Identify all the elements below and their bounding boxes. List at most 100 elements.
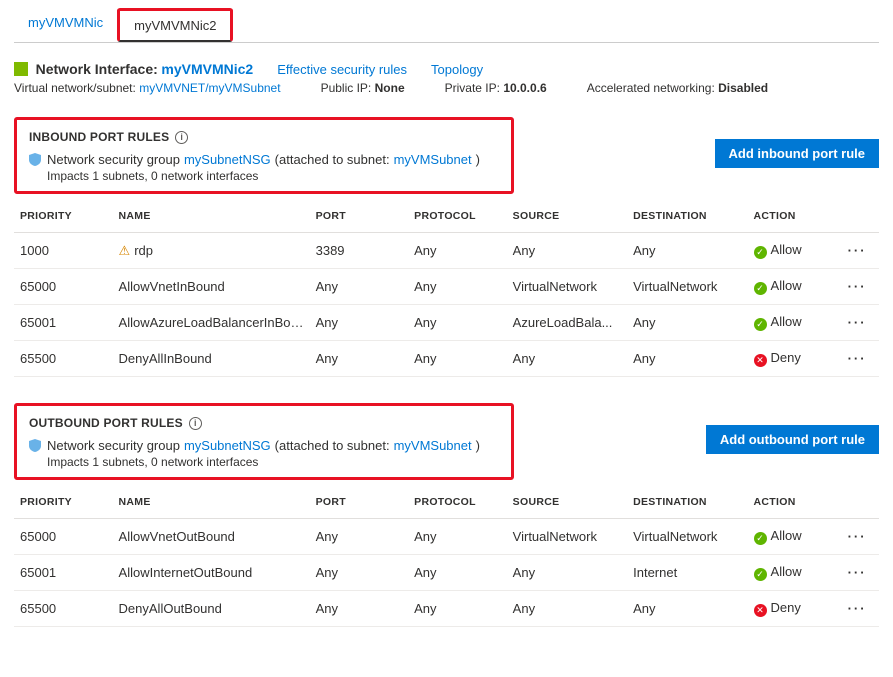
table-row[interactable]: 65001AllowInternetOutBoundAnyAnyAnyInter… xyxy=(14,555,879,591)
table-row[interactable]: 65001AllowAzureLoadBalancerInBou... Any An… xyxy=(14,305,879,341)
cell-dest: Any xyxy=(627,341,747,377)
cell-source: Any xyxy=(507,591,627,627)
cell-action: ✓Allow xyxy=(748,269,836,305)
allow-icon: ✓ xyxy=(754,532,767,545)
more-icon[interactable]: ··· xyxy=(848,565,867,580)
cell-protocol: Any xyxy=(408,233,507,269)
cell-name: ⚠rdp xyxy=(113,233,310,269)
cell-source: AzureLoadBala... xyxy=(507,305,627,341)
attached-label: (attached to subnet: xyxy=(275,438,390,453)
cell-source: Any xyxy=(507,341,627,377)
nic-header: Network Interface: myVMVMNic2 Effective … xyxy=(14,61,879,77)
col-priority: PRIORITY xyxy=(14,200,113,233)
nsg-link[interactable]: mySubnetNSG xyxy=(184,152,271,167)
more-icon[interactable]: ··· xyxy=(848,279,867,294)
cell-dest: Internet xyxy=(627,555,747,591)
cell-port: 3389 xyxy=(310,233,409,269)
cell-port: Any xyxy=(310,555,409,591)
allow-icon: ✓ xyxy=(754,318,767,331)
add-inbound-rule-button[interactable]: Add inbound port rule xyxy=(715,139,879,168)
col-action: ACTION xyxy=(748,200,836,233)
col-port: PORT xyxy=(310,200,409,233)
nsg-link[interactable]: mySubnetNSG xyxy=(184,438,271,453)
table-row[interactable]: 65500DenyAllOutBoundAnyAnyAnyAny✕Deny··· xyxy=(14,591,879,627)
cell-priority: 65001 xyxy=(14,555,113,591)
table-row[interactable]: 65000AllowVnetOutBoundAnyAnyVirtualNetwo… xyxy=(14,519,879,555)
privip-value: 10.0.0.6 xyxy=(503,81,546,95)
col-source: SOURCE xyxy=(507,200,627,233)
privip-label: Private IP: xyxy=(445,81,500,95)
cell-action: ✓Allow xyxy=(748,305,836,341)
allow-icon: ✓ xyxy=(754,568,767,581)
outbound-rules-table: PRIORITY NAME PORT PROTOCOL SOURCE DESTI… xyxy=(14,486,879,627)
tab-nic-0[interactable]: myVMVMNic xyxy=(14,8,117,42)
more-icon[interactable]: ··· xyxy=(848,601,867,616)
cell-priority: 65000 xyxy=(14,519,113,555)
cell-dest: VirtualNetwork xyxy=(627,519,747,555)
allow-icon: ✓ xyxy=(754,246,767,259)
topology-link[interactable]: Topology xyxy=(431,62,483,77)
nic-meta: Virtual network/subnet: myVMVNET/myVMSub… xyxy=(14,81,879,95)
cell-port: Any xyxy=(310,519,409,555)
cell-name: DenyAllOutBound xyxy=(113,591,310,627)
deny-icon: ✕ xyxy=(754,604,767,617)
col-name: NAME xyxy=(113,200,310,233)
effective-rules-link[interactable]: Effective security rules xyxy=(277,62,407,77)
inbound-rules-table: PRIORITY NAME PORT PROTOCOL SOURCE DESTI… xyxy=(14,200,879,377)
cell-port: Any xyxy=(310,269,409,305)
more-icon[interactable]: ··· xyxy=(848,243,867,258)
deny-icon: ✕ xyxy=(754,354,767,367)
cell-dest: Any xyxy=(627,305,747,341)
shield-icon xyxy=(29,153,41,166)
cell-action: ✓Allow xyxy=(748,519,836,555)
cell-dest: Any xyxy=(627,591,747,627)
cell-protocol: Any xyxy=(408,305,507,341)
nic-title-prefix: Network Interface: xyxy=(36,61,158,77)
vnet-label: Virtual network/subnet: xyxy=(14,81,136,95)
col-destination: DESTINATION xyxy=(627,200,747,233)
outbound-impacts: Impacts 1 subnets, 0 network interfaces xyxy=(29,455,499,469)
shield-icon xyxy=(29,439,41,452)
nic-tabs: myVMVMNic myVMVMNic2 xyxy=(14,8,879,43)
table-row[interactable]: 65000AllowVnetInBoundAnyAnyVirtualNetwor… xyxy=(14,269,879,305)
cell-source: VirtualNetwork xyxy=(507,519,627,555)
nic-name-link[interactable]: myVMVMNic2 xyxy=(161,61,253,77)
cell-dest: VirtualNetwork xyxy=(627,269,747,305)
subnet-link[interactable]: myVMSubnet xyxy=(394,438,472,453)
more-icon[interactable]: ··· xyxy=(848,351,867,366)
warning-icon: ⚠ xyxy=(119,243,131,258)
more-icon[interactable]: ··· xyxy=(848,529,867,544)
cell-protocol: Any xyxy=(408,519,507,555)
allow-icon: ✓ xyxy=(754,282,767,295)
table-row[interactable]: 1000⚠rdp3389AnyAnyAny✓Allow··· xyxy=(14,233,879,269)
nsg-prefix: Network security group xyxy=(47,152,180,167)
cell-priority: 65001 xyxy=(14,305,113,341)
more-icon[interactable]: ··· xyxy=(848,315,867,330)
table-row[interactable]: 65500DenyAllInBoundAnyAnyAnyAny✕Deny··· xyxy=(14,341,879,377)
cell-port: Any xyxy=(310,341,409,377)
tab-nic-1[interactable]: myVMVMNic2 xyxy=(117,8,233,42)
subnet-link[interactable]: myVMSubnet xyxy=(394,152,472,167)
cell-name: DenyAllInBound xyxy=(113,341,310,377)
accel-value: Disabled xyxy=(718,81,768,95)
add-outbound-rule-button[interactable]: Add outbound port rule xyxy=(706,425,879,454)
inbound-header-box: INBOUND PORT RULES i Network security gr… xyxy=(14,117,514,194)
cell-action: ✓Allow xyxy=(748,233,836,269)
col-protocol: PROTOCOL xyxy=(408,200,507,233)
cell-action: ✕Deny xyxy=(748,341,836,377)
inbound-impacts: Impacts 1 subnets, 0 network interfaces xyxy=(29,169,499,183)
vnet-link[interactable]: myVMVNET/myVMSubnet xyxy=(139,81,280,95)
cell-name: AllowAzureLoadBalancerInBou... xyxy=(113,305,310,341)
cell-protocol: Any xyxy=(408,555,507,591)
nsg-prefix: Network security group xyxy=(47,438,180,453)
cell-dest: Any xyxy=(627,233,747,269)
cell-port: Any xyxy=(310,591,409,627)
info-icon[interactable]: i xyxy=(175,131,188,144)
outbound-header-box: OUTBOUND PORT RULES i Network security g… xyxy=(14,403,514,480)
cell-action: ✕Deny xyxy=(748,591,836,627)
cell-priority: 65500 xyxy=(14,591,113,627)
nic-icon xyxy=(14,62,28,76)
inbound-heading: INBOUND PORT RULES i xyxy=(29,130,499,144)
info-icon[interactable]: i xyxy=(189,417,202,430)
outbound-heading: OUTBOUND PORT RULES i xyxy=(29,416,499,430)
